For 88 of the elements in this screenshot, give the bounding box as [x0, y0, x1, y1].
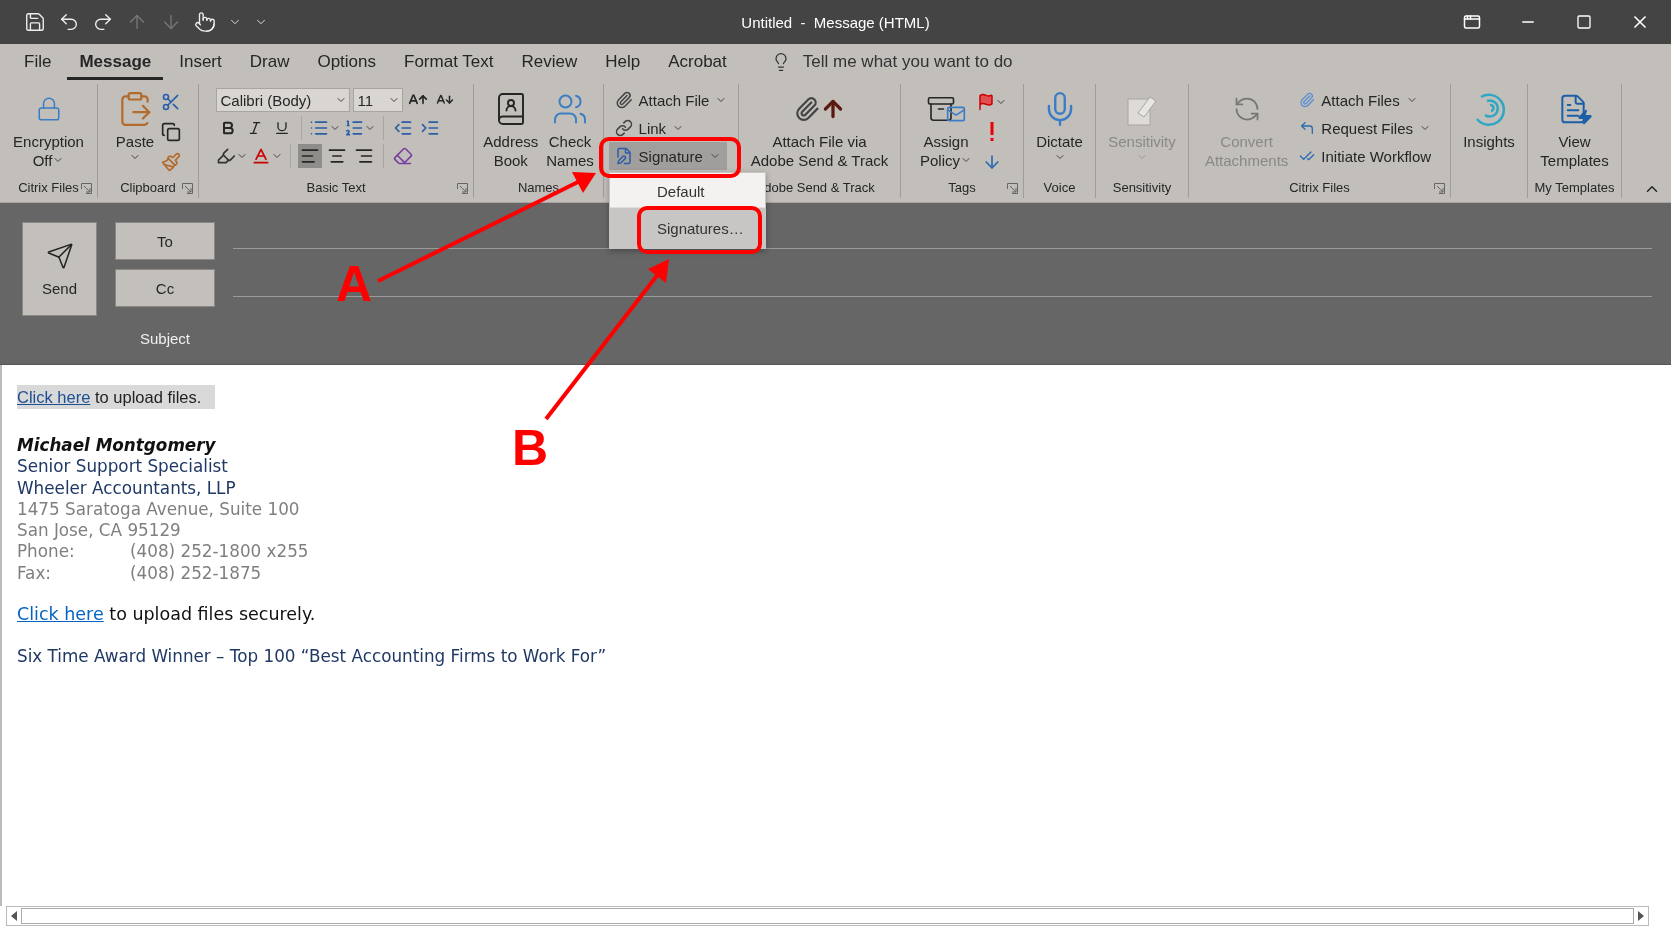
ribbon-button[interactable]: Dictate: [1033, 86, 1086, 163]
group-label: Names: [517, 180, 560, 197]
exclamation-icon: [989, 122, 995, 142]
ribbon-tab[interactable]: File: [12, 47, 64, 80]
ribbon-tab[interactable]: Format Text: [392, 47, 506, 80]
ribbon-button[interactable]: Signature: [608, 142, 727, 170]
outdent-icon: [392, 118, 413, 138]
ribbon-button[interactable]: Address Book: [480, 86, 542, 170]
ribbon-tab[interactable]: Insert: [167, 47, 234, 80]
cabinet-mail-icon: [926, 94, 966, 124]
left-arrow-icon: [11, 911, 17, 921]
underline-icon: [273, 120, 290, 136]
paperclip-icon: [1299, 92, 1316, 108]
numbered-list-icon: [343, 118, 364, 138]
group-label: Sensitivity: [1112, 180, 1172, 197]
align-center-icon: [326, 146, 347, 166]
flag-icon: [977, 93, 995, 111]
signature-line: Wheeler Accountants, LLP: [17, 477, 236, 498]
ribbon-tab[interactable]: Review: [509, 47, 590, 80]
touch-icon[interactable]: [194, 11, 216, 33]
ribbon-button[interactable]: Attach Files: [1293, 86, 1424, 114]
ribbon-button[interactable]: Request Files: [1293, 114, 1437, 142]
ribbon-button[interactable]: Insights: [1460, 86, 1518, 151]
to-button[interactable]: To: [115, 222, 215, 260]
award-text: Six Time Award Winner – Top 100 “Best Accounting Firms to Work For”: [17, 646, 607, 667]
group-label: Basic Text: [306, 180, 366, 197]
subject-label: Subject: [138, 328, 191, 349]
align-left-icon: [299, 146, 320, 166]
contact-label: Fax:: [17, 562, 52, 585]
upload-link[interactable]: Click here: [17, 604, 104, 625]
eraser-icon: [392, 146, 413, 166]
menu-item[interactable]: Default: [610, 175, 765, 207]
signature-line: San Jose, CA 95129: [17, 520, 181, 541]
ribbon-button[interactable]: Link: [608, 114, 691, 142]
annotation-label: A: [336, 259, 373, 309]
paintbrush-icon: [161, 152, 182, 172]
cc-button[interactable]: Cc: [115, 269, 215, 307]
ribbon-button[interactable]: Attach File via Adobe Send & Track: [747, 86, 892, 170]
group-label: Citrix Files: [18, 180, 79, 197]
group-label: Clipboard: [120, 180, 176, 197]
reply-arrow-icon: [1299, 120, 1316, 136]
undo-icon[interactable]: [58, 11, 80, 33]
font-size-dropdown[interactable]: 11: [352, 88, 403, 112]
ribbon-tab[interactable]: Options: [305, 47, 389, 80]
contact-value: (408) 252-1875: [130, 562, 262, 585]
ribbon-button[interactable]: Attach File: [608, 86, 734, 114]
search-field[interactable]: Tell me what you want to do: [800, 51, 1065, 73]
copy-icon: [161, 122, 182, 142]
contact-label: Phone:: [17, 541, 76, 563]
window-title: Untitled - Message (HTML): [741, 13, 930, 31]
ribbon-button[interactable]: Paste: [112, 86, 158, 163]
horizontal-scrollbar[interactable]: [6, 906, 1649, 926]
font-name-dropdown[interactable]: Calibri (Body): [215, 88, 350, 112]
group-label: Voice: [1043, 180, 1076, 197]
signature-name: Michael Montgomery: [17, 435, 216, 455]
link-icon: [614, 119, 633, 137]
upload-link[interactable]: Click here: [17, 388, 91, 406]
save-icon[interactable]: [24, 11, 46, 33]
bullet-list-icon: [308, 118, 329, 138]
signature-line: Senior Support Specialist: [17, 456, 228, 477]
ribbon-button[interactable]: View Templates: [1537, 86, 1612, 170]
highlighter-icon: [215, 146, 236, 166]
annotation-label: B: [512, 423, 549, 473]
paperclip-icon: [614, 91, 633, 109]
align-left-button[interactable]: [297, 144, 322, 168]
upload-sentence: Click here to upload files securely.: [17, 604, 316, 625]
redo-icon[interactable]: [92, 11, 114, 33]
group-label: Citrix Files: [1289, 180, 1350, 197]
group-label: My Templates: [1534, 180, 1615, 197]
group-label: Tags: [948, 180, 976, 197]
upload-note: Click here to upload files.: [17, 385, 216, 409]
ribbon-button[interactable]: Assign Policy: [917, 86, 975, 170]
lock-icon: [35, 96, 62, 122]
indent-icon: [419, 118, 440, 138]
document-pen-icon: [614, 147, 633, 165]
ribbon-button[interactable]: Encryption Off: [10, 86, 87, 170]
right-arrow-icon: [1638, 911, 1644, 921]
ribbon-button[interactable]: Check Names: [543, 86, 597, 170]
signature-line: 1475 Saratoga Avenue, Suite 100: [17, 498, 300, 519]
ribbon-display-icon[interactable]: [1461, 13, 1483, 31]
ribbon-button[interactable]: Initiate Workflow: [1293, 142, 1438, 170]
send-icon: [45, 241, 74, 270]
ribbon-tab[interactable]: Draw: [237, 47, 302, 80]
send-button[interactable]: Send: [22, 222, 97, 316]
contact-value: (408) 252-1800 x255: [130, 541, 309, 563]
ribbon-tab[interactable]: Help: [593, 47, 653, 80]
align-right-icon: [353, 146, 374, 166]
ribbon-tab[interactable]: Acrobat: [656, 47, 739, 80]
